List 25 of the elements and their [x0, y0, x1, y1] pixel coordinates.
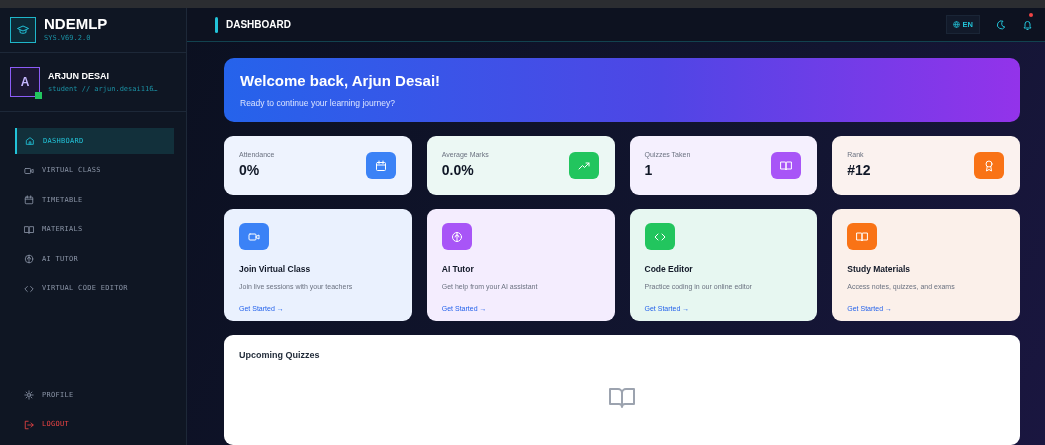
book-icon	[24, 224, 34, 235]
logo-icon	[10, 17, 36, 43]
welcome-title: Welcome back, Arjun Desai!	[240, 71, 442, 91]
welcome-subtitle: Ready to continue your learning journey?	[240, 96, 396, 110]
card-title: Code Editor	[644, 263, 694, 276]
user-avatar: A	[10, 67, 40, 97]
user-name: ARJUN DESAI	[48, 70, 110, 83]
section-title: Upcoming Quizzes	[239, 349, 321, 362]
stat-value: 0.0%	[441, 161, 475, 181]
page-title: DASHBOARD	[226, 18, 291, 32]
home-icon	[25, 136, 35, 146]
card-title: Join Virtual Class	[239, 263, 312, 276]
stat-value: 0%	[239, 161, 261, 181]
card-title: AI Tutor	[441, 263, 475, 276]
video-camera-icon	[24, 165, 34, 176]
globe-icon	[952, 21, 960, 28]
calendar-icon	[24, 195, 34, 205]
code-icon	[24, 283, 34, 294]
dark-mode-icon[interactable]	[996, 19, 1006, 30]
book-icon	[609, 386, 635, 409]
stat-value: #12	[847, 161, 871, 181]
card-title: Study Materials	[847, 263, 912, 276]
stat-value: 1	[644, 161, 654, 181]
logout-icon	[24, 419, 34, 430]
brand-name: NDEMLP	[44, 16, 108, 32]
